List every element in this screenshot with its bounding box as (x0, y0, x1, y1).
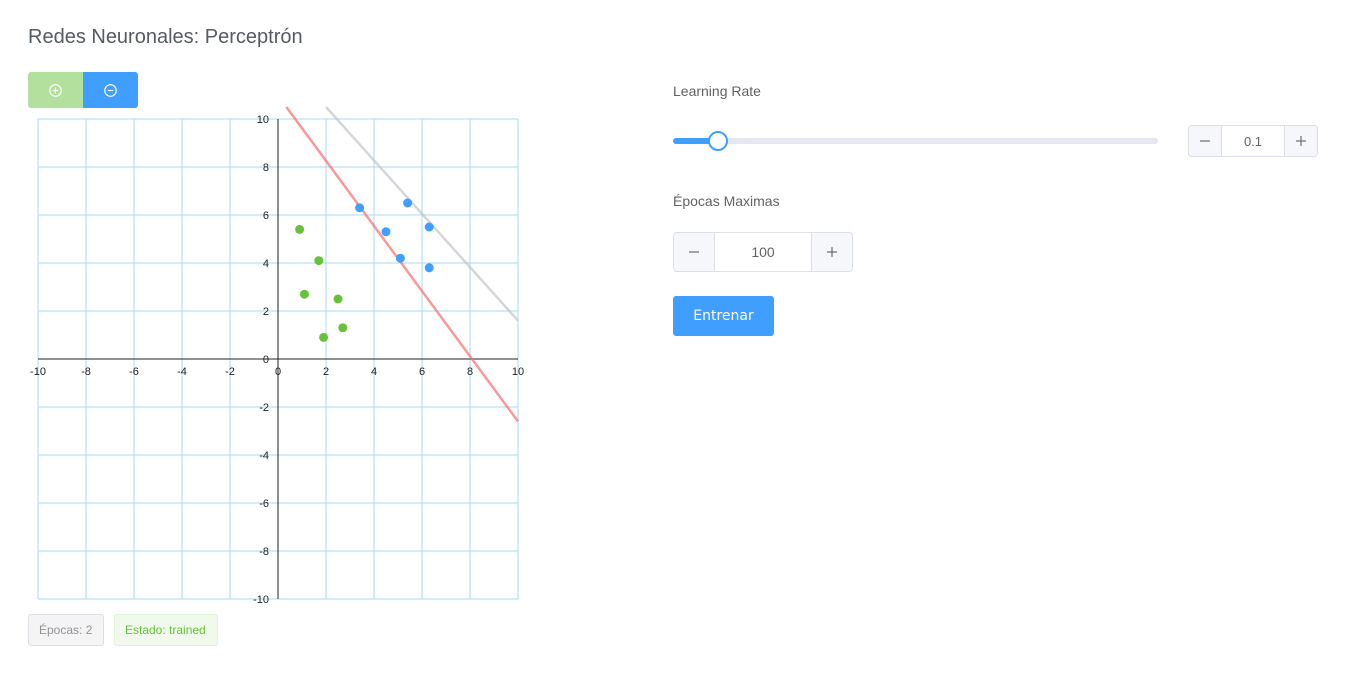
y-tick-label: 4 (263, 258, 269, 270)
data-point-class-b (355, 203, 365, 213)
perceptron-plot[interactable]: -10 -8 -6 -4 -2 0 2 4 6 8 10 10 8 6 4 2 0 -2 -4 -6 -8 -10 (0, 100, 560, 610)
page-title: Redes Neuronales: Perceptrón (28, 26, 303, 48)
x-tick-label: -6 (129, 366, 139, 378)
y-tick-label: -6 (259, 498, 269, 510)
train-button[interactable]: Entrenar (673, 296, 774, 336)
data-point-class-b (403, 198, 413, 208)
max-epochs-decrease-button[interactable] (674, 233, 715, 271)
slider-handle[interactable] (708, 131, 729, 151)
data-point-class-a (319, 332, 329, 342)
x-tick-label: -2 (225, 366, 235, 378)
x-tick-label: 10 (512, 366, 524, 378)
data-point-class-a (295, 224, 305, 234)
y-tick-label: 10 (257, 114, 269, 126)
slider-runway[interactable] (673, 138, 1158, 144)
y-tick-label: 2 (263, 306, 269, 318)
plus-circle-icon (49, 83, 62, 97)
minus-icon (688, 251, 699, 253)
y-tick-label: -8 (259, 546, 269, 558)
minus-icon (1200, 140, 1211, 142)
x-tick-label: 6 (419, 366, 425, 378)
plot-axes (38, 119, 518, 599)
learning-rate-slider[interactable] (673, 131, 1158, 151)
max-epochs-increase-button[interactable] (811, 233, 852, 271)
y-tick-label: 0 (263, 354, 269, 366)
data-point-class-a (338, 323, 348, 333)
x-tick-label: 8 (467, 366, 473, 378)
x-tick-label: -4 (177, 366, 187, 378)
learning-rate-decrease-button[interactable] (1189, 126, 1223, 156)
plus-icon (827, 247, 838, 257)
learning-rate-input[interactable]: 0.1 (1222, 126, 1283, 156)
max-epochs-input[interactable]: 100 (715, 233, 812, 271)
y-tick-label: 6 (263, 210, 269, 222)
data-point-class-b (424, 263, 434, 273)
learning-rate-increase-button[interactable] (1283, 126, 1317, 156)
epochs-status-tag: Épocas: 2 (28, 614, 104, 646)
y-tick-label: -2 (259, 402, 269, 414)
plus-icon (1295, 136, 1306, 146)
learning-rate-label: Learning Rate (673, 83, 761, 99)
data-point-class-b (381, 227, 391, 237)
y-tick-label: -4 (259, 450, 269, 462)
x-tick-label: 0 (275, 366, 281, 378)
x-tick-label: 4 (371, 366, 377, 378)
data-point-class-a (299, 289, 309, 299)
data-point-class-a (314, 256, 324, 266)
y-tick-label: -10 (253, 594, 269, 606)
data-point-class-b (424, 222, 434, 232)
x-tick-label: -8 (81, 366, 91, 378)
plot-tick-labels: -10 -8 -6 -4 -2 0 2 4 6 8 10 10 8 6 4 2 0 -2 -4 -6 -8 -10 (30, 114, 524, 606)
max-epochs-stepper: 100 (673, 232, 853, 272)
data-point-class-b (395, 253, 405, 263)
state-status-tag: Estado: trained (114, 614, 218, 646)
learning-rate-stepper: 0.1 (1188, 125, 1318, 157)
y-tick-label: 8 (263, 162, 269, 174)
minus-circle-icon (104, 83, 117, 97)
data-point-class-a (333, 294, 343, 304)
max-epochs-label: Épocas Maximas (673, 193, 780, 209)
data-points (295, 198, 434, 342)
x-tick-label: -10 (30, 366, 46, 378)
x-tick-label: 2 (323, 366, 329, 378)
